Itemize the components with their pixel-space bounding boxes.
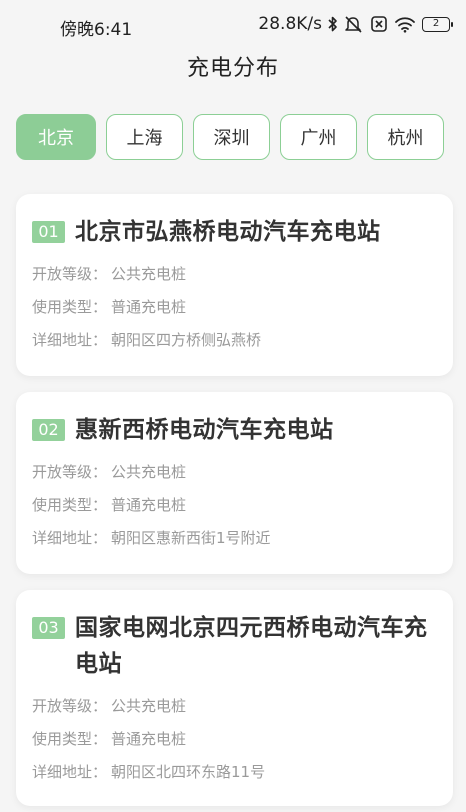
open-level-label: 开放等级： <box>32 463 108 481</box>
open-level-label: 开放等级： <box>32 697 108 715</box>
status-time: 傍晚6:41 <box>60 20 133 40</box>
use-type-value: 普通充电桩 <box>111 730 187 748</box>
address-label: 详细地址： <box>32 331 108 349</box>
station-card[interactable]: 02 惠新西桥电动汽车充电站 开放等级： 公共充电桩 使用类型： 普通充电桩 详细地… <box>16 392 453 574</box>
station-name: 北京市弘燕桥电动汽车充电站 <box>75 219 381 245</box>
use-type-label: 使用类型： <box>32 730 108 748</box>
bluetooth-icon <box>328 16 338 32</box>
station-header: 01 北京市弘燕桥电动汽车充电站 <box>32 214 437 250</box>
address-row: 详细地址： 朝阳区四方桥侧弘燕桥 <box>32 324 437 357</box>
tab-hangzhou[interactable]: 杭州 <box>367 114 444 160</box>
use-type-row: 使用类型： 普通充电桩 <box>32 723 437 756</box>
use-type-row: 使用类型： 普通充电桩 <box>32 291 437 324</box>
city-tabs: 北京 上海 深圳 广州 杭州 <box>16 114 444 160</box>
use-type-label: 使用类型： <box>32 496 108 514</box>
open-level-value: 公共充电桩 <box>111 697 187 715</box>
open-level-value: 公共充电桩 <box>111 463 187 481</box>
station-card[interactable]: 03 国家电网北京四元西桥电动汽车充电站 开放等级： 公共充电桩 使用类型： 普通充… <box>16 590 453 806</box>
address-row: 详细地址： 朝阳区惠新西街1号附近 <box>32 522 437 555</box>
status-icons: 28.8K/s 2 <box>258 14 453 34</box>
address-row: 详细地址： 朝阳区北四环东路11号 <box>32 756 437 789</box>
use-type-label: 使用类型： <box>32 298 108 316</box>
station-card[interactable]: 01 北京市弘燕桥电动汽车充电站 开放等级： 公共充电桩 使用类型： 普通充电桩 详… <box>16 194 453 376</box>
station-details: 开放等级： 公共充电桩 使用类型： 普通充电桩 详细地址： 朝阳区北四环东路11号 <box>32 690 437 789</box>
station-list: 01 北京市弘燕桥电动汽车充电站 开放等级： 公共充电桩 使用类型： 普通充电桩 详… <box>16 194 453 812</box>
station-index-badge: 03 <box>32 617 65 639</box>
open-level-row: 开放等级： 公共充电桩 <box>32 258 437 291</box>
tab-beijing[interactable]: 北京 <box>16 114 96 160</box>
station-name: 惠新西桥电动汽车充电站 <box>75 417 334 443</box>
station-header: 02 惠新西桥电动汽车充电站 <box>32 412 437 448</box>
charging-distribution-screen: 傍晚6:41 28.8K/s 2 充电分布 北京 上海 深圳 广州 杭州 01 … <box>0 0 466 812</box>
wifi-icon <box>394 15 416 33</box>
station-details: 开放等级： 公共充电桩 使用类型： 普通充电桩 详细地址： 朝阳区四方桥侧弘燕桥 <box>32 258 437 357</box>
page-title: 充电分布 <box>186 56 279 81</box>
address-value: 朝阳区四方桥侧弘燕桥 <box>111 331 262 349</box>
station-index-badge: 01 <box>32 221 65 243</box>
network-speed: 28.8K/s <box>258 14 322 34</box>
address-label: 详细地址： <box>32 763 108 781</box>
use-type-row: 使用类型： 普通充电桩 <box>32 489 437 522</box>
open-level-label: 开放等级： <box>32 265 108 283</box>
address-value: 朝阳区惠新西街1号附近 <box>111 529 271 547</box>
use-type-value: 普通充电桩 <box>111 496 187 514</box>
battery-icon: 2 <box>422 16 453 32</box>
mute-icon <box>344 15 364 33</box>
station-index-badge: 02 <box>32 419 65 441</box>
station-details: 开放等级： 公共充电桩 使用类型： 普通充电桩 详细地址： 朝阳区惠新西街1号附近 <box>32 456 437 555</box>
address-value: 朝阳区北四环东路11号 <box>111 763 266 781</box>
station-header: 03 国家电网北京四元西桥电动汽车充电站 <box>32 610 437 682</box>
open-level-row: 开放等级： 公共充电桩 <box>32 690 437 723</box>
tab-guangzhou[interactable]: 广州 <box>280 114 357 160</box>
tab-shanghai[interactable]: 上海 <box>106 114 183 160</box>
open-level-row: 开放等级： 公共充电桩 <box>32 456 437 489</box>
address-label: 详细地址： <box>32 529 108 547</box>
status-bar: 傍晚6:41 28.8K/s 2 <box>0 0 466 52</box>
station-name: 国家电网北京四元西桥电动汽车充电站 <box>75 615 428 677</box>
sim-off-icon <box>370 15 388 33</box>
use-type-value: 普通充电桩 <box>111 298 187 316</box>
open-level-value: 公共充电桩 <box>111 265 187 283</box>
tab-shenzhen[interactable]: 深圳 <box>193 114 270 160</box>
